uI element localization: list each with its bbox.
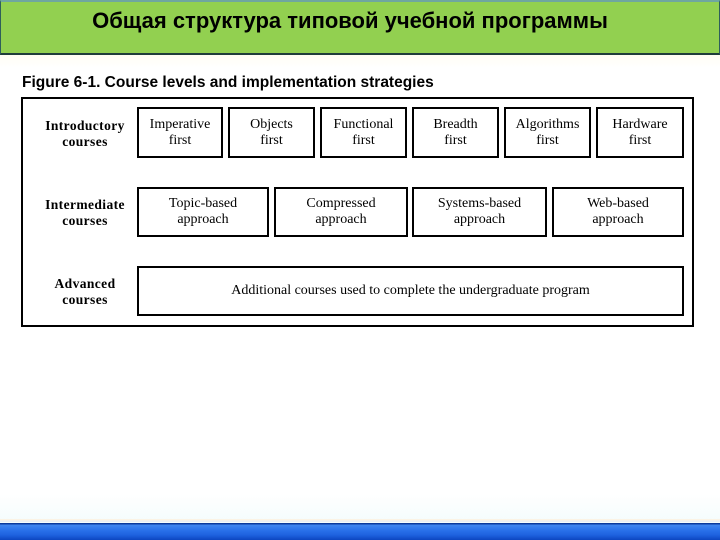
strategy-line: approach bbox=[177, 212, 229, 227]
level-label-line: Intermediate bbox=[45, 197, 125, 212]
level-label-intermediate: Intermediate courses bbox=[30, 197, 140, 229]
strategy-line: Web-based bbox=[587, 196, 649, 211]
slide-title: Общая структура типовой учебной программ… bbox=[92, 8, 608, 33]
bottom-bar bbox=[0, 523, 720, 540]
strategy-line: first bbox=[536, 132, 559, 148]
level-label-advanced: Advanced courses bbox=[30, 276, 140, 308]
strategy-line: Hardware bbox=[612, 116, 668, 132]
level-label-introductory: Introductory courses bbox=[30, 118, 140, 150]
strategy-box-functional-first: Functional first bbox=[320, 107, 407, 158]
strategy-line: Additional courses used to complete the … bbox=[231, 283, 590, 298]
level-label-line: Advanced bbox=[54, 276, 116, 291]
bottom-separator bbox=[0, 519, 720, 522]
strategy-line: Compressed bbox=[306, 196, 376, 211]
strategy-line: Topic-based bbox=[168, 196, 238, 211]
strategy-box-systems-based: Systems-based approach bbox=[412, 187, 547, 237]
strategy-box-imperative-first: Imperative first bbox=[137, 107, 223, 158]
strategy-line: first bbox=[444, 132, 467, 148]
strategy-line: approach bbox=[315, 212, 367, 227]
strategy-line: first bbox=[260, 132, 283, 148]
strategy-line: first bbox=[628, 132, 652, 148]
strategy-box-additional-courses: Additional courses used to complete the … bbox=[137, 266, 684, 316]
strategy-line: Objects bbox=[250, 116, 293, 132]
strategy-line: first bbox=[352, 132, 375, 148]
strategy-box-breadth-first: Breadth first bbox=[412, 107, 499, 158]
strategy-box-compressed: Compressed approach bbox=[274, 187, 408, 237]
level-label-line: courses bbox=[62, 134, 108, 149]
strategy-line: approach bbox=[453, 212, 506, 227]
strategy-line: Systems-based bbox=[437, 196, 522, 211]
strategy-line: Imperative bbox=[149, 116, 211, 132]
level-label-line: courses bbox=[62, 292, 108, 307]
strategy-box-algorithms-first: Algorithms first bbox=[504, 107, 591, 158]
strategy-line: first bbox=[168, 132, 192, 148]
strategy-box-topic-based: Topic-based approach bbox=[137, 187, 269, 237]
strategy-line: Breadth bbox=[433, 116, 478, 132]
strategy-line: Functional bbox=[333, 116, 394, 132]
level-label-line: courses bbox=[62, 213, 108, 228]
strategy-line: Algorithms bbox=[515, 116, 580, 132]
strategy-box-objects-first: Objects first bbox=[228, 107, 315, 158]
strategy-line: approach bbox=[592, 212, 644, 227]
strategy-box-hardware-first: Hardware first bbox=[596, 107, 684, 158]
level-label-line: Introductory bbox=[45, 118, 125, 133]
strategy-box-web-based: Web-based approach bbox=[552, 187, 684, 237]
slide-header: Общая структура типовой учебной программ… bbox=[0, 0, 720, 55]
figure-caption: Figure 6-1. Course levels and implementa… bbox=[22, 74, 434, 91]
